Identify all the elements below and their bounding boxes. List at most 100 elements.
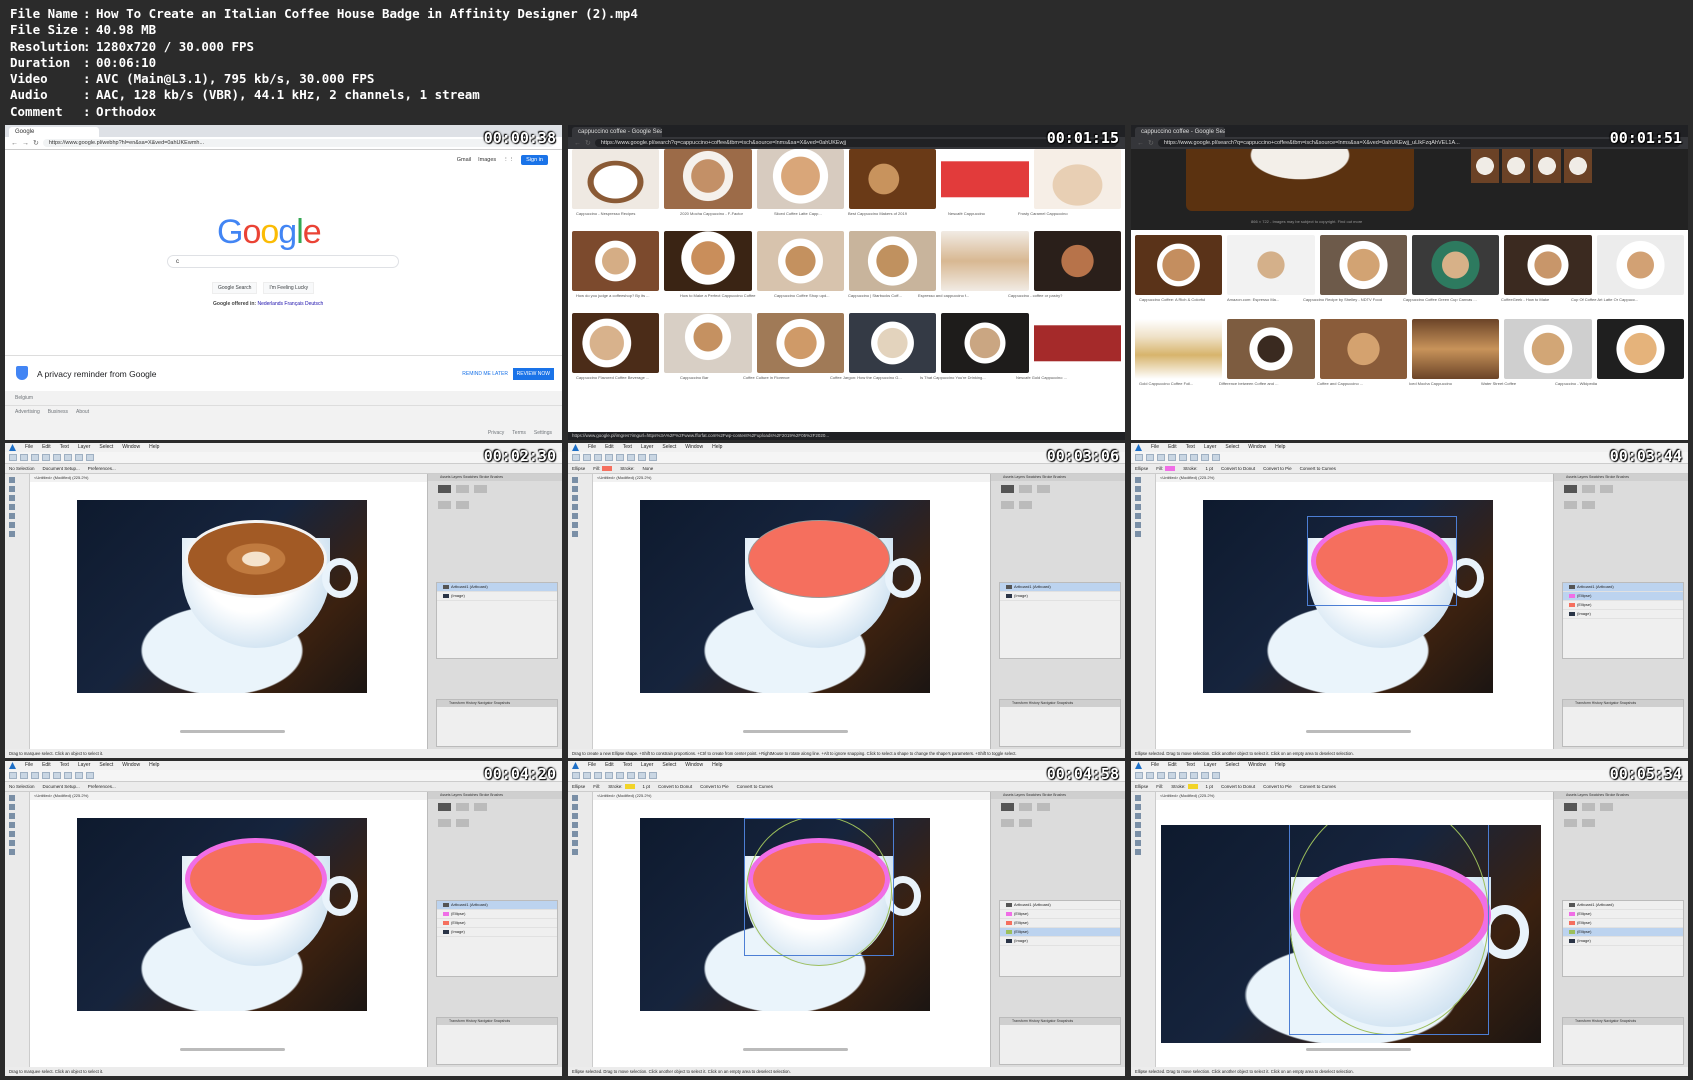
google-search-button[interactable]: Google Search <box>212 282 258 294</box>
result-thumb[interactable] <box>1596 235 1684 295</box>
result-caption[interactable]: Espresso and cappuccino f... <box>918 293 969 298</box>
coffee-photo[interactable] <box>1203 500 1493 693</box>
asset-thumb[interactable] <box>1564 819 1577 827</box>
stroke-width[interactable]: 1 pt <box>1206 464 1214 473</box>
footer-link[interactable]: Terms <box>512 430 526 436</box>
fill-swatch[interactable] <box>1165 466 1176 472</box>
asset-thumb[interactable] <box>1564 485 1577 493</box>
menu-layer[interactable]: Layer <box>1204 443 1217 452</box>
pen-tool-icon[interactable] <box>1135 813 1141 819</box>
layer-item[interactable]: Artboard1 (Artboard) <box>437 583 557 592</box>
apps-icon[interactable]: ⋮⋮ <box>503 157 514 163</box>
result-caption[interactable]: Difference between Coffee and ... <box>1219 381 1278 386</box>
result-thumb[interactable] <box>1227 319 1315 379</box>
menu-layer[interactable]: Layer <box>641 443 654 452</box>
tool-icon[interactable] <box>1146 772 1154 779</box>
asset-thumb[interactable] <box>1037 803 1050 811</box>
asset-thumb[interactable] <box>438 803 451 811</box>
layer-item[interactable]: (Ellipse) <box>1563 601 1683 610</box>
canvas[interactable] <box>593 482 990 749</box>
menu-help[interactable]: Help <box>149 761 159 770</box>
result-thumb[interactable] <box>1504 235 1592 295</box>
fill-tool-icon[interactable] <box>572 513 578 519</box>
forward-icon[interactable]: → <box>22 140 29 147</box>
persona-icon[interactable] <box>1135 772 1143 779</box>
fill-tool-icon[interactable] <box>9 513 15 519</box>
panel-tabs[interactable]: Assets Layers Swatches Stroke Brushes <box>1554 474 1688 481</box>
convert-pie-button[interactable]: Convert to Pie <box>700 782 729 791</box>
tool-icon[interactable] <box>1168 772 1176 779</box>
asset-thumb[interactable] <box>1582 819 1595 827</box>
tool-icon[interactable] <box>1212 772 1220 779</box>
menu-edit[interactable]: Edit <box>1168 443 1177 452</box>
shape-tool-icon[interactable] <box>9 840 15 846</box>
selection-box[interactable] <box>1289 825 1489 1035</box>
result-caption[interactable]: Cappuccino Bar <box>680 375 708 380</box>
horizontal-scrollbar[interactable] <box>180 1048 285 1051</box>
menu-layer[interactable]: Layer <box>78 443 91 452</box>
fill-tool-icon[interactable] <box>1135 513 1141 519</box>
transform-tabs[interactable]: Transform History Navigator Snapshots <box>1563 1018 1683 1025</box>
convert-donut-button[interactable]: Convert to Donut <box>1221 464 1255 473</box>
persona-icon[interactable] <box>1135 454 1143 461</box>
transform-tabs[interactable]: Transform History Navigator Snapshots <box>437 1018 557 1025</box>
canvas[interactable] <box>30 800 427 1067</box>
tool-icon[interactable] <box>64 772 72 779</box>
menu-window[interactable]: Window <box>1248 761 1266 770</box>
menu-text[interactable]: Text <box>60 761 69 770</box>
asset-thumb[interactable] <box>456 803 469 811</box>
result-thumb[interactable] <box>1033 313 1121 373</box>
tool-icon[interactable] <box>75 772 83 779</box>
result-caption[interactable]: Iced Mocha Cappuccino <box>1409 381 1452 386</box>
fill-tool-icon[interactable] <box>572 831 578 837</box>
back-icon[interactable]: ← <box>574 140 581 147</box>
menu-select[interactable]: Select <box>99 443 113 452</box>
asset-thumb[interactable] <box>1001 485 1014 493</box>
convert-pie-button[interactable]: Convert to Pie <box>1263 782 1292 791</box>
text-tool-icon[interactable] <box>572 531 578 537</box>
tool-icon[interactable] <box>20 454 28 461</box>
tool-icon[interactable] <box>1157 772 1165 779</box>
layer-item[interactable]: (Image) <box>1563 937 1683 946</box>
tool-icon[interactable] <box>594 772 602 779</box>
menu-select[interactable]: Select <box>662 443 676 452</box>
tool-icon[interactable] <box>638 772 646 779</box>
tool-icon[interactable] <box>1157 454 1165 461</box>
panel-tabs[interactable]: Assets Layers Swatches Stroke Brushes <box>991 474 1125 481</box>
menu-select[interactable]: Select <box>1225 443 1239 452</box>
document-tab[interactable]: <Untitled> (Modified) (225.2%) <box>30 474 427 482</box>
layer-item[interactable]: (Ellipse) <box>1000 919 1120 928</box>
menu-file[interactable]: File <box>1151 443 1159 452</box>
tool-icon[interactable] <box>20 772 28 779</box>
menu-text[interactable]: Text <box>623 761 632 770</box>
selection-box[interactable] <box>744 818 894 956</box>
result-caption[interactable]: Cappuccino Coffee Green Cup Canvas ... <box>1403 297 1477 302</box>
back-icon[interactable]: ← <box>1137 140 1144 147</box>
result-thumb[interactable] <box>572 231 660 291</box>
result-caption[interactable]: Sliced Coffee Latte Capp... <box>774 211 822 216</box>
fill-swatch[interactable] <box>602 466 613 472</box>
convert-curves-button[interactable]: Convert to Curves <box>1300 782 1336 791</box>
result-caption[interactable]: 2020 Mocha Cappuccino - F-Factor <box>680 211 743 216</box>
preferences-button[interactable]: Preferences... <box>88 782 116 791</box>
layer-item[interactable]: Artboard1 (Artboard) <box>1563 583 1683 592</box>
text-tool-icon[interactable] <box>1135 849 1141 855</box>
result-caption[interactable]: Cappuccino Coffee Shop upd... <box>774 293 830 298</box>
menu-edit[interactable]: Edit <box>605 761 614 770</box>
result-thumb[interactable] <box>941 231 1029 291</box>
result-thumb[interactable] <box>1411 235 1500 295</box>
move-tool-icon[interactable] <box>9 795 15 801</box>
asset-thumb[interactable] <box>1019 485 1032 493</box>
asset-thumb[interactable] <box>456 485 469 493</box>
document-tab[interactable]: <Untitled> (Modified) (225.2%) <box>593 792 990 800</box>
result-caption[interactable]: Nescafé Cappuccino <box>948 211 985 216</box>
layer-item[interactable]: (Ellipse) <box>437 910 557 919</box>
tool-icon[interactable] <box>31 454 39 461</box>
result-caption[interactable]: Cappuccino Recipe by Shelley - NDTV Food <box>1303 297 1382 302</box>
node-tool-icon[interactable] <box>9 486 15 492</box>
menu-edit[interactable]: Edit <box>605 443 614 452</box>
asset-thumb[interactable] <box>1564 803 1577 811</box>
tool-icon[interactable] <box>42 454 50 461</box>
layer-item[interactable]: (Image) <box>1000 937 1120 946</box>
related-thumb[interactable] <box>1471 149 1499 183</box>
